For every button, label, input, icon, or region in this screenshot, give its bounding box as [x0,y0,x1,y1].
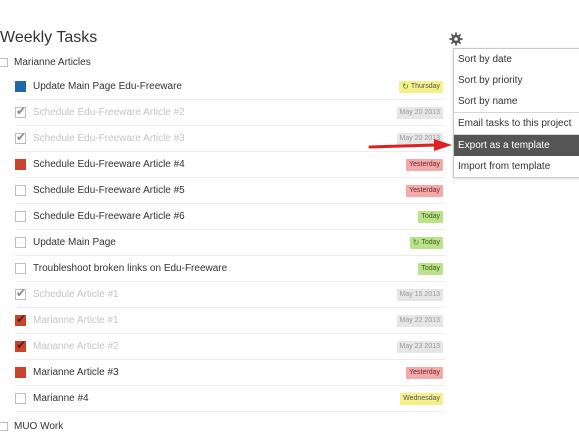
task-checkbox[interactable]: ✔ [15,104,27,118]
menu-item-sort-by-name[interactable]: Sort by name [454,91,579,112]
due-date-badge: Yesterday [406,185,443,197]
due-date-badge: ↻ Today [409,237,443,249]
task-row[interactable]: ✔ Marianne Article #1 May 22 2013 [15,308,445,334]
task-row[interactable]: Marianne #4 Wednesday [15,386,445,412]
project-title: Weekly Tasks [0,29,98,46]
task-checkbox[interactable]: ✔ [15,286,27,300]
repeat-icon: ↻ [412,238,420,247]
task-checkbox[interactable] [15,185,26,196]
repeat-icon: ↻ [402,82,409,91]
section-checkbox[interactable] [0,421,8,431]
due-date-text: Yesterday [409,161,440,168]
task-checkbox[interactable] [15,367,26,378]
task-label: Marianne #4 [33,393,89,404]
task-label: Schedule Edu-Freeware Article #6 [33,211,185,222]
due-date-badge: ↻ Thursday [399,81,443,93]
due-date-text: May 23 2013 [399,343,440,350]
red-arrow-annotation [368,139,452,151]
section-checkbox[interactable] [0,57,8,67]
gear-icon[interactable] [449,32,463,46]
due-date-badge: Today [418,211,443,223]
checkmark-icon: ✔ [16,130,27,144]
task-checkbox[interactable] [15,393,26,404]
task-label: Schedule Edu-Freeware Article #4 [33,159,185,170]
checkmark-icon: ✔ [16,286,27,300]
section-label: MUO Work [14,420,64,432]
task-list: Update Main Page Edu-Freeware ↻ Thursday ✔ S… [15,74,445,412]
section-label: Marianne Articles [14,56,91,68]
menu-item-export-template[interactable]: Export as a template [454,135,579,156]
menu-item-sort-by-date[interactable]: Sort by date [454,49,579,70]
due-date-badge: Yesterday [406,367,443,379]
task-label: Marianne Article #1 [33,315,119,326]
due-date-text: May 20 2013 [399,109,440,116]
due-date-badge: May 22 2013 [396,315,443,327]
task-label: Troubleshoot broken links on Edu-Freewar… [33,263,228,274]
task-checkbox[interactable] [15,159,26,170]
task-checkbox[interactable] [15,81,26,92]
due-date-text: Wednesday [403,395,440,402]
task-label: Schedule Edu-Freeware Article #2 [33,107,185,118]
due-date-text: Thursday [410,83,440,90]
checkmark-icon: ✔ [16,338,27,352]
due-date-badge: May 23 2013 [396,341,443,353]
task-row[interactable]: Marianne Article #3 Yesterday [15,360,445,386]
settings-dropdown-menu: Sort by date Sort by priority Sort by na… [453,48,579,178]
task-label: Marianne Article #3 [33,367,119,378]
menu-item-email-tasks[interactable]: Email tasks to this project [454,113,579,134]
task-label: Schedule Edu-Freeware Article #3 [33,133,185,144]
section-marianne-articles[interactable]: Marianne Articles [0,52,91,72]
task-row[interactable]: Schedule Edu-Freeware Article #6 Today [15,204,445,230]
task-checkbox[interactable] [15,263,26,274]
task-row[interactable]: Schedule Edu-Freeware Article #5 Yesterda… [15,178,445,204]
task-row[interactable]: ✔ Marianne Article #2 May 23 2013 [15,334,445,360]
task-label: Update Main Page Edu-Freeware [33,81,182,92]
task-checkbox[interactable]: ✔ [15,338,27,352]
section-muo-work[interactable]: MUO Work [0,416,63,436]
due-date-text: Today [421,213,440,220]
task-checkbox[interactable]: ✔ [15,130,27,144]
due-date-text: Yesterday [409,187,440,194]
checkmark-icon: ✔ [16,104,27,118]
task-row[interactable]: ✔ Schedule Article #1 May 15 2013 [15,282,445,308]
menu-item-sort-by-priority[interactable]: Sort by priority [454,70,579,91]
task-checkbox[interactable]: ✔ [15,312,27,326]
task-row[interactable]: Update Main Page ↻ Today [15,230,445,256]
due-date-text: Yesterday [409,369,440,376]
task-row[interactable]: Update Main Page Edu-Freeware ↻ Thursday [15,74,445,100]
task-checkbox[interactable] [15,237,26,248]
task-label: Update Main Page [33,237,116,248]
due-date-text: Today [421,239,440,246]
due-date-badge: Yesterday [406,159,443,171]
task-row[interactable]: Troubleshoot broken links on Edu-Freewar… [15,256,445,282]
task-label: Schedule Article #1 [33,289,119,300]
task-label: Schedule Edu-Freeware Article #5 [33,185,185,196]
due-date-text: Today [421,265,440,272]
due-date-badge: Wednesday [400,393,443,405]
due-date-badge: Today [418,263,443,275]
due-date-text: May 15 2013 [399,291,440,298]
task-label: Marianne Article #2 [33,341,119,352]
task-row[interactable]: ✔ Schedule Edu-Freeware Article #2 May 20 … [15,100,445,126]
checkmark-icon: ✔ [16,312,27,326]
menu-item-import-template[interactable]: Import from template [454,156,579,177]
due-date-badge: May 20 2013 [396,107,443,119]
task-checkbox[interactable] [15,211,26,222]
due-date-badge: May 15 2013 [396,289,443,301]
due-date-text: May 22 2013 [399,317,440,324]
